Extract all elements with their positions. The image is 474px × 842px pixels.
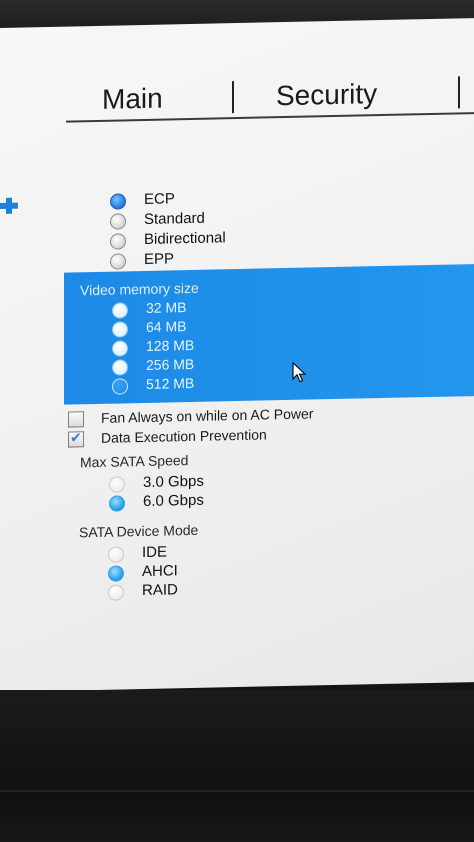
option-label: 6.0 Gbps: [143, 491, 204, 511]
sata-speed-title: Max SATA Speed: [80, 452, 189, 471]
option-label: 256 MB: [146, 355, 195, 373]
option-label: Bidirectional: [144, 229, 226, 248]
option-label: 64 MB: [146, 318, 187, 335]
option-label: 32 MB: [146, 299, 187, 316]
tab-divider: [458, 76, 460, 109]
option-label: RAID: [142, 581, 178, 600]
monitor-bottom-bezel: [0, 690, 474, 842]
tab-main[interactable]: Main: [102, 83, 163, 116]
option-label: Standard: [144, 209, 205, 228]
radio-unselected-icon: [112, 359, 128, 376]
option-label: ECP: [144, 190, 175, 208]
sata-mode-title: SATA Device Mode: [79, 521, 199, 541]
radio-unselected-icon: [112, 321, 128, 338]
radio-unselected-icon: [109, 476, 125, 493]
option-label: AHCI: [142, 562, 178, 581]
radio-unselected-icon: [112, 302, 128, 319]
radio-unselected-icon: [108, 546, 124, 563]
fan-always-on-checkbox[interactable]: [68, 411, 84, 428]
bios-settings-screen: Main Security ECP Standard Bidirectional…: [0, 18, 474, 693]
tab-security[interactable]: Security: [276, 78, 377, 112]
group-title: Video memory size: [80, 279, 199, 299]
radio-selected-icon: [110, 193, 126, 210]
option-label: 512 MB: [146, 374, 195, 392]
radio-unselected-icon: [112, 340, 128, 357]
option-label: IDE: [142, 543, 168, 562]
radio-unselected-icon: [108, 584, 124, 601]
video-memory-group[interactable]: Video memory size 32 MB 64 MB 128 MB 256…: [64, 264, 474, 405]
tab-divider: [232, 81, 234, 114]
option-label: EPP: [144, 250, 175, 268]
option-label: 3.0 Gbps: [143, 472, 204, 492]
dep-checkbox[interactable]: ✔: [68, 429, 84, 448]
checkbox-label: Data Execution Prevention: [101, 426, 267, 446]
radio-unselected-icon: [110, 233, 126, 250]
option-label: 128 MB: [146, 336, 195, 354]
tab-bar: Main Security: [66, 76, 474, 135]
plus-marker-icon: [0, 197, 18, 214]
mouse-pointer-icon: [292, 361, 307, 383]
radio-unselected-icon: [110, 253, 126, 270]
checkmark-icon: ✔: [70, 429, 82, 446]
bezel-edge: [0, 790, 474, 792]
checkbox-label: Fan Always on while on AC Power: [101, 405, 314, 426]
radio-unselected-icon: [110, 213, 126, 230]
radio-selected-icon: [112, 378, 128, 395]
radio-selected-icon: [108, 565, 124, 582]
radio-selected-icon: [109, 495, 125, 512]
